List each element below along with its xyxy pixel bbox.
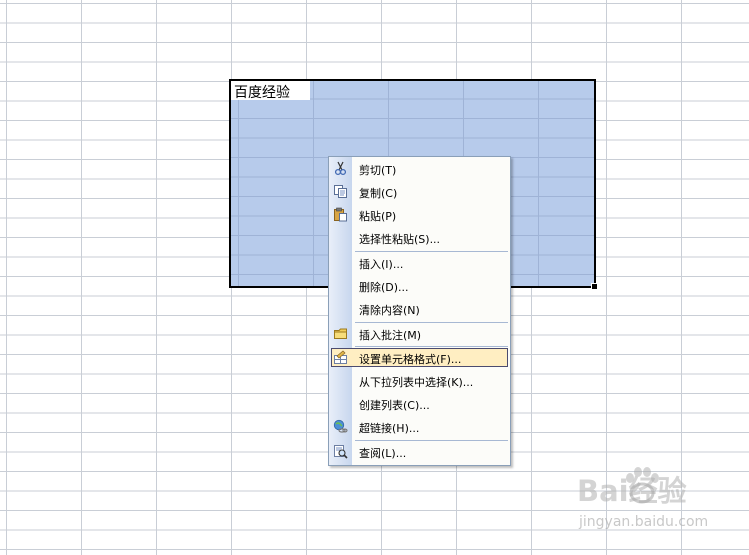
paste-icon (333, 207, 348, 222)
menu-item-clear-contents[interactable]: 清除内容(N) (329, 299, 510, 319)
menu-item-delete[interactable]: 删除(D)... (329, 276, 510, 296)
menu-separator (355, 322, 508, 323)
fill-handle[interactable] (591, 283, 598, 290)
menu-item-create-list[interactable]: 创建列表(C)... (329, 394, 510, 414)
menu-separator (355, 440, 508, 441)
menu-item-insert-comment[interactable]: 插入批注(M) (329, 324, 510, 344)
menu-item-cut[interactable]: 剪切(T) (329, 159, 510, 179)
scissors-icon (333, 161, 348, 176)
watermark-url: jingyan.baidu.com (579, 514, 709, 530)
menu-separator (355, 346, 508, 347)
menu-item-insert[interactable]: 插入(I)... (329, 253, 510, 273)
active-cell-text: 百度经验 (234, 85, 290, 101)
menu-separator (355, 251, 508, 252)
menu-item-format-cells[interactable]: 设置单元格格式(F)... (331, 348, 508, 367)
menu-item-copy[interactable]: 复制(C) (329, 182, 510, 202)
paw-logo-icon (623, 466, 661, 510)
menu-item-research[interactable]: 查阅(L)... (329, 442, 510, 462)
active-cell[interactable]: 百度经验 (231, 81, 310, 101)
menu-item-paste-special[interactable]: 选择性粘贴(S)... (329, 228, 510, 248)
copy-icon (333, 184, 348, 199)
baidu-jingyan-watermark: Bai经验 jingyan.baidu.com (577, 466, 747, 542)
menu-item-paste[interactable]: 粘贴(P) (329, 205, 510, 225)
research-icon (333, 444, 348, 459)
menu-item-pick-from-list[interactable]: 从下拉列表中选择(K)... (329, 371, 510, 391)
hyperlink-icon (333, 419, 348, 434)
context-menu: 剪切(T) 复制(C) 粘贴(P) 选择性粘贴(S)... 插入(I)... 删… (328, 156, 511, 466)
menu-item-hyperlink[interactable]: 超链接(H)... (329, 417, 510, 437)
format-cells-icon (333, 350, 348, 365)
insert-comment-icon (333, 326, 348, 341)
